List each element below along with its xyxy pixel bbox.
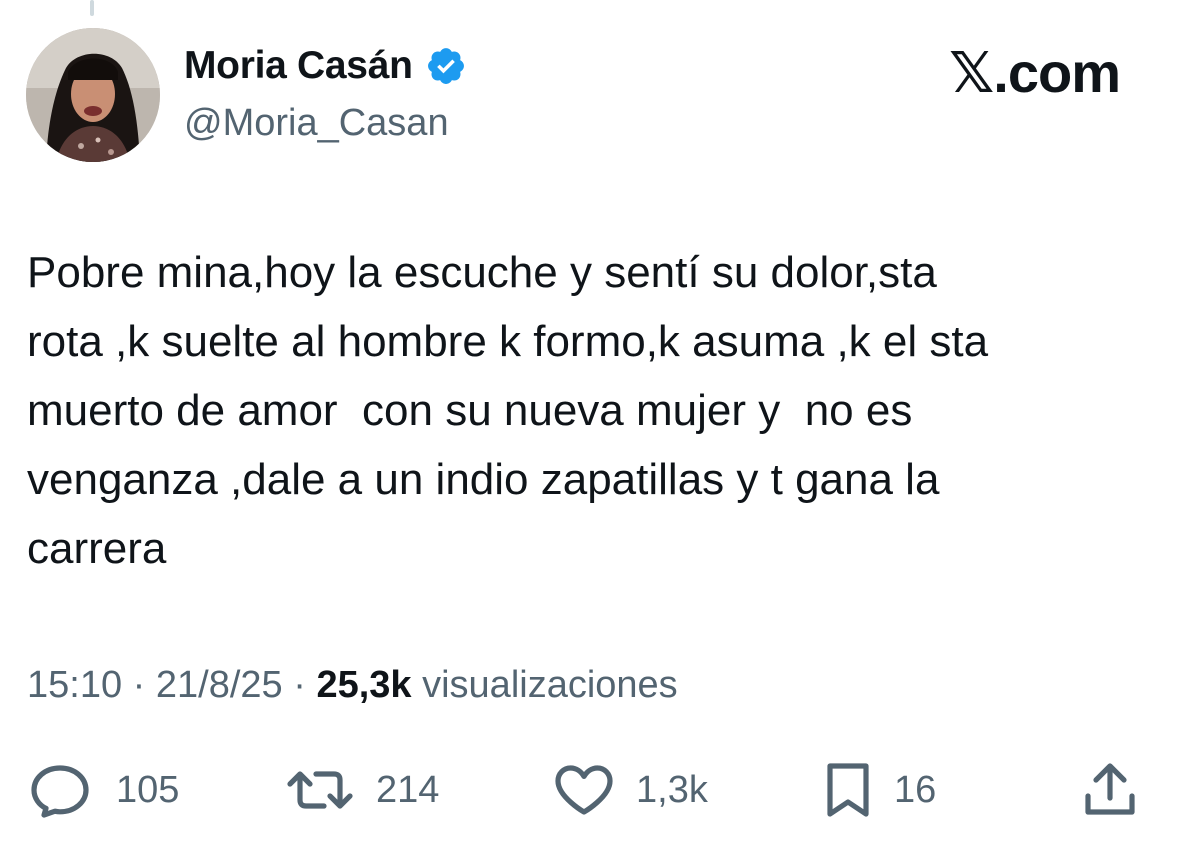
tweet-text: Pobre mina,hoy la escuche y sentí su dol…: [27, 248, 989, 573]
repost-button[interactable]: 214: [284, 760, 439, 820]
like-icon: [555, 765, 613, 815]
views-label: visualizaciones: [422, 664, 678, 706]
share-button[interactable]: [1080, 760, 1140, 820]
bookmark-count: 16: [894, 768, 937, 811]
bookmark-button[interactable]: 16: [822, 760, 936, 820]
tweet-time[interactable]: 15:10: [27, 664, 122, 706]
repost-icon: [287, 771, 353, 809]
thread-connector-line: [90, 0, 94, 16]
reply-icon: [31, 765, 89, 818]
repost-count: 214: [376, 768, 440, 811]
reply-button[interactable]: 105: [28, 760, 179, 820]
author-handle[interactable]: @Moria_Casan: [184, 102, 449, 145]
tweet-date[interactable]: 21/8/25: [156, 664, 283, 706]
avatar-photo: [26, 28, 160, 162]
tweet-meta-row: 15:10 · 21/8/25 · 25,3k visualizaciones: [27, 664, 678, 707]
reply-count: 105: [116, 768, 180, 811]
meta-separator: ·: [132, 664, 146, 706]
author-display-name[interactable]: Moria Casán: [184, 44, 413, 88]
author-name-row: Moria Casán: [184, 44, 467, 88]
share-icon: [1085, 763, 1135, 815]
views-count: 25,3k: [316, 664, 412, 706]
like-count: 1,3k: [636, 768, 708, 811]
x-brand-logo: 𝕏.com: [949, 41, 1121, 104]
verified-badge-icon: [425, 45, 467, 87]
meta-separator: ·: [293, 664, 306, 706]
like-button[interactable]: 1,3k: [552, 760, 708, 820]
avatar[interactable]: [26, 28, 160, 162]
bookmark-icon: [827, 763, 869, 817]
tweet-action-bar: 105 214 1,3k 16: [0, 760, 1178, 820]
